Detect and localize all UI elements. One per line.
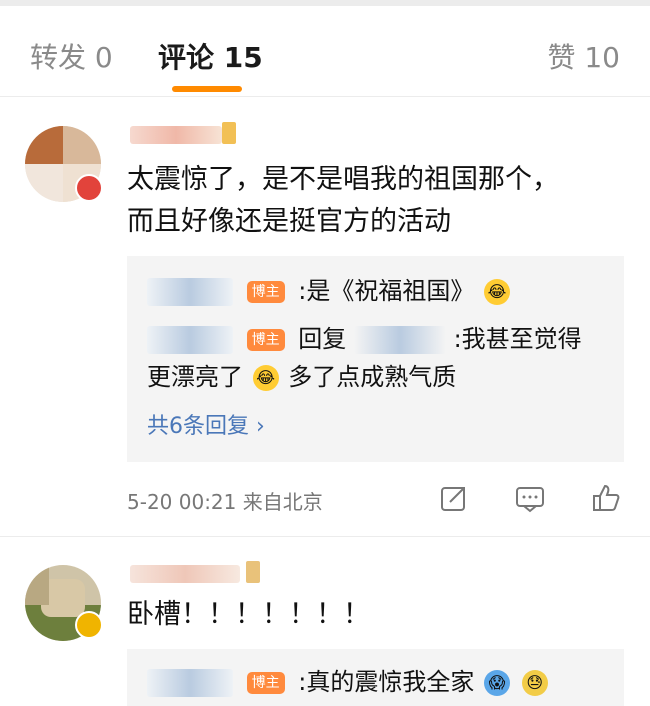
username-blurred[interactable] (130, 565, 240, 583)
reply-box[interactable]: 博主 :是《祝福祖国》 😂 博主 回复 :我甚至觉得 更漂亮了 😂 多了点成熟气… (127, 256, 624, 462)
level-icon (222, 122, 236, 144)
level-icon (246, 561, 260, 583)
reply-prefix: 回复 (298, 325, 347, 353)
shocked-emoji-icon: 😱 (484, 670, 511, 696)
tab-bar: 转发 0 评论 15 赞 10 (0, 6, 650, 97)
username-blurred (353, 326, 446, 354)
username-blurred[interactable] (130, 126, 222, 144)
username-blurred (147, 669, 233, 697)
username-blurred (147, 326, 233, 354)
comment-icon[interactable] (514, 482, 546, 514)
reply-item[interactable]: 博主 回复 :我甚至觉得 (147, 322, 582, 356)
sweat-emoji-icon: 😓 (521, 670, 548, 696)
reply-text: :真的震惊我全家 (298, 668, 475, 696)
reply-box[interactable]: 博主 :真的震惊我全家 😱 😓 (127, 649, 624, 706)
reply-text: :我甚至觉得 (453, 325, 582, 353)
reply-item-continued: 更漂亮了 😂 多了点成熟气质 (147, 360, 456, 394)
more-replies-link[interactable]: 共6条回复 › (147, 408, 265, 440)
tab-comments[interactable]: 评论 15 (158, 36, 263, 76)
verified-badge-icon (75, 611, 103, 639)
reply-text: :是《祝福祖国》 (298, 277, 475, 305)
tab-repost[interactable]: 转发 0 (30, 36, 113, 76)
blogger-badge: 博主 (246, 672, 285, 694)
reply-item[interactable]: 博主 :真的震惊我全家 😱 😓 (147, 665, 550, 699)
laugh-emoji-icon: 😂 (484, 279, 511, 305)
like-icon[interactable] (590, 482, 622, 514)
verified-badge-icon (75, 174, 103, 202)
comment-actions (438, 482, 622, 514)
share-icon[interactable] (438, 482, 470, 514)
tab-likes[interactable]: 赞 10 (547, 36, 620, 76)
comment-item: 太震惊了，是不是唱我的祖国那个， 而且好像还是挺官方的活动 博主 :是《祝福祖国… (0, 96, 650, 536)
laugh-emoji-icon: 😂 (252, 365, 279, 391)
reply-text: 多了点成熟气质 (288, 363, 457, 391)
reply-text: 更漂亮了 (147, 363, 243, 391)
comment-text: 卧槽！！！！！！！ (127, 599, 370, 630)
reply-item[interactable]: 博主 :是《祝福祖国》 😂 (147, 274, 512, 308)
blogger-badge: 博主 (246, 281, 285, 303)
username-blurred (147, 278, 233, 306)
blogger-badge: 博主 (246, 329, 285, 351)
comment-meta: 5-20 00:21 来自北京 (127, 490, 323, 514)
comment-item: 卧槽！！！！！！！ 博主 :真的震惊我全家 😱 😓 (0, 537, 650, 706)
active-tab-indicator (172, 86, 242, 92)
comment-text: 太震惊了，是不是唱我的祖国那个， (127, 164, 559, 195)
comment-text: 而且好像还是挺官方的活动 (127, 206, 451, 237)
